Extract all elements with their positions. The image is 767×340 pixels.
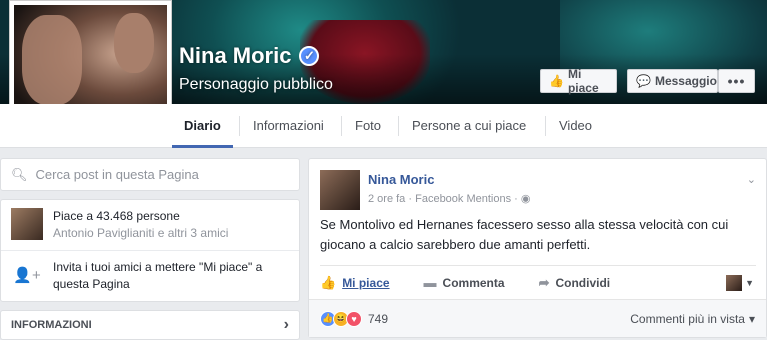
- post-text: Se Montolivo ed Hernanes facessero sesso…: [320, 217, 729, 252]
- page-tab-bar: Diario Informazioni Foto Persone a cui p…: [0, 104, 767, 148]
- add-friend-icon: 👤+: [13, 266, 41, 284]
- like-page-button[interactable]: 👍 Mi piace: [540, 67, 617, 95]
- info-section-header[interactable]: INFORMAZIONI ›: [0, 310, 300, 340]
- tab-diario[interactable]: Diario: [172, 104, 233, 148]
- globe-icon: ◉: [520, 193, 531, 205]
- message-button[interactable]: 💬 Messaggio: [627, 69, 718, 93]
- post-via[interactable]: Facebook Mentions: [415, 193, 511, 205]
- share-arrow-icon: ➦: [538, 274, 550, 290]
- chevron-down-icon: ▼: [745, 278, 754, 288]
- post-options-chevron-icon[interactable]: ⌄: [747, 173, 756, 186]
- page-name[interactable]: Nina Moric: [179, 43, 291, 69]
- post-as-avatar: [726, 275, 743, 291]
- meta-separator: ·: [514, 193, 518, 205]
- love-reaction-icon: ♥: [346, 310, 362, 327]
- page-search[interactable]: 🔍︎ Cerca post in questa Pagina: [0, 158, 300, 191]
- page-category: Personaggio pubblico: [179, 76, 333, 93]
- search-input[interactable]: Cerca post in questa Pagina: [36, 167, 199, 182]
- search-icon: 🔍︎: [11, 166, 28, 182]
- post-meta: 2 ore fa · Facebook Mentions · ◉: [368, 192, 531, 205]
- chevron-down-icon: ▾: [748, 311, 755, 326]
- thumbs-up-icon: 👍: [320, 274, 337, 290]
- more-options-button[interactable]: •••: [718, 69, 755, 93]
- chevron-right-icon: ›: [283, 316, 289, 333]
- reaction-count[interactable]: 749: [368, 312, 388, 326]
- post-as-selector[interactable]: ▼: [726, 275, 754, 291]
- post-time[interactable]: 2 ore fa: [368, 193, 405, 205]
- post-author-avatar[interactable]: [320, 170, 360, 210]
- like-post-label: Mi piace: [342, 275, 390, 290]
- post-actions-bar: 👍 Mi piace ▬ Commenta ➦ Condividi ▼: [320, 265, 756, 299]
- likes-count-text[interactable]: Piace a 43.468 persone: [53, 208, 228, 225]
- page-name-header[interactable]: Nina Moric ✓: [179, 43, 320, 69]
- tab-persone-a-cui-piace[interactable]: Persone a cui piace: [400, 104, 538, 148]
- invite-friends-row[interactable]: 👤+ Invita i tuoi amici a mettere "Mi pia…: [1, 251, 299, 301]
- comments-sort-dropdown[interactable]: Commenti più in vista ▾: [630, 312, 755, 326]
- comment-label: Commenta: [442, 275, 505, 290]
- tab-foto[interactable]: Foto: [343, 104, 393, 148]
- tab-video[interactable]: Video: [547, 104, 604, 148]
- more-dots-icon: •••: [727, 73, 746, 89]
- message-label: Messaggio: [654, 74, 717, 88]
- meta-separator: ·: [408, 193, 413, 205]
- invite-friends-text[interactable]: Invita i tuoi amici a mettere "Mi piace"…: [53, 259, 289, 293]
- post-author[interactable]: Nina Moric: [368, 172, 434, 187]
- comments-sort-label: Commenti più in vista: [630, 311, 745, 326]
- share-button[interactable]: ➦ Condividi: [539, 275, 611, 291]
- reactions-summary[interactable]: 👍 😆 ♥ 749: [320, 310, 388, 327]
- comment-icon: ▬: [423, 275, 437, 290]
- thumbs-up-icon: 👍: [549, 74, 564, 88]
- comment-button[interactable]: ▬ Commenta: [424, 275, 505, 290]
- verified-check-icon: ✓: [299, 46, 320, 66]
- likes-summary[interactable]: Piace a 43.468 persone Antonio Paviglian…: [1, 200, 299, 251]
- post-card: Nina Moric 2 ore fa · Facebook Mentions …: [308, 158, 767, 338]
- about-card: Piace a 43.468 persone Antonio Paviglian…: [0, 199, 300, 302]
- chat-bubble-icon: 💬: [636, 74, 651, 88]
- tab-informazioni[interactable]: Informazioni: [241, 104, 336, 148]
- info-title: INFORMAZIONI: [11, 319, 92, 331]
- friend-avatar[interactable]: [11, 208, 43, 240]
- post-footer: 👍 😆 ♥ 749 Commenti più in vista ▾: [309, 299, 766, 337]
- like-post-button[interactable]: 👍 Mi piace: [320, 275, 390, 291]
- left-column: 🔍︎ Cerca post in questa Pagina Piace a 4…: [0, 158, 300, 340]
- share-label: Condividi: [555, 275, 611, 290]
- like-page-label: Mi piace: [567, 67, 599, 95]
- friends-like-text[interactable]: Antonio Paviglianiti e altri 3 amici: [53, 225, 228, 242]
